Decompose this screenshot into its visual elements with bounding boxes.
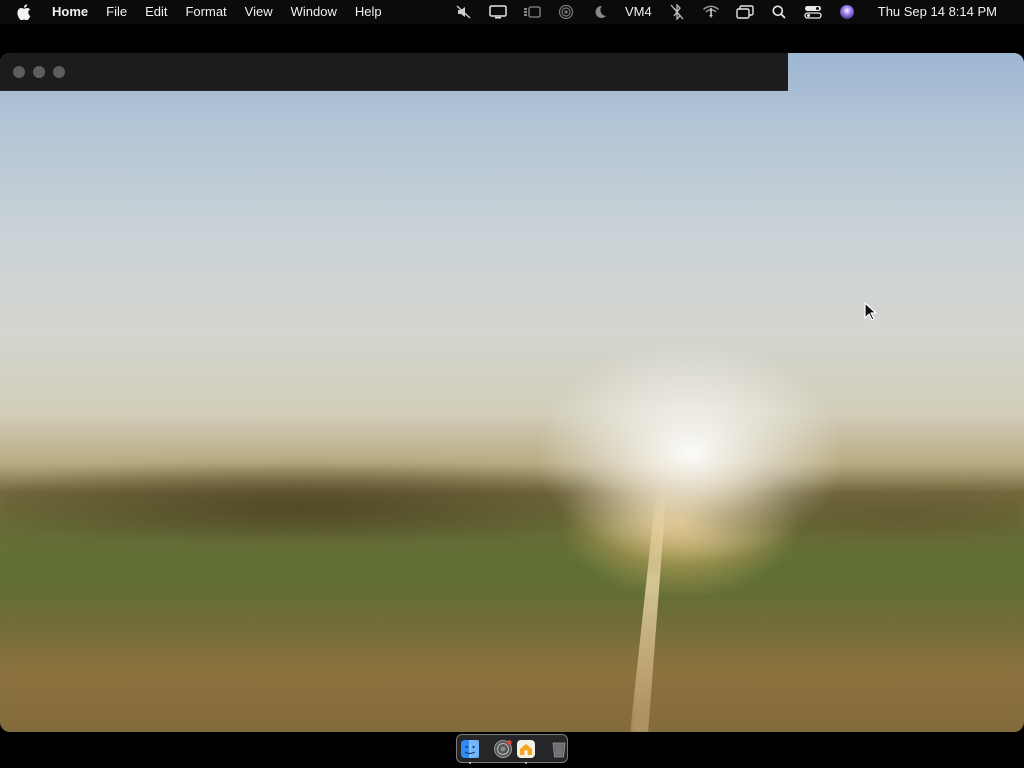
wifi-icon[interactable] <box>700 0 722 24</box>
menu-format[interactable]: Format <box>176 0 235 24</box>
mouse-cursor-icon <box>864 302 877 321</box>
vm-label[interactable]: VM4 <box>617 0 660 24</box>
display-icon[interactable] <box>487 0 509 24</box>
landscape-hills <box>0 448 1024 538</box>
stage-manager-icon[interactable] <box>521 0 543 24</box>
apple-logo-icon[interactable] <box>17 0 35 24</box>
menu-edit[interactable]: Edit <box>136 0 176 24</box>
airdrop-icon[interactable] <box>555 0 577 24</box>
muted-speaker-icon[interactable] <box>453 0 475 24</box>
focus-moon-icon[interactable] <box>589 0 611 24</box>
menu-bar: Home File Edit Format View Window Help V… <box>0 0 1024 24</box>
siri-settings-icon[interactable] <box>493 739 513 759</box>
trash-icon[interactable] <box>549 739 569 759</box>
menu-view[interactable]: View <box>236 0 282 24</box>
menu-file[interactable]: File <box>97 0 136 24</box>
screen-mirroring-icon[interactable] <box>734 0 756 24</box>
finder-running-indicator <box>469 761 471 764</box>
finder-icon[interactable] <box>460 739 480 764</box>
window-titlebar[interactable] <box>0 53 788 91</box>
spotlight-search-icon[interactable] <box>768 0 790 24</box>
home-running-indicator <box>525 761 527 764</box>
control-center-icon[interactable] <box>802 0 824 24</box>
menu-clock[interactable]: Thu Sep 14 8:14 PM <box>870 0 1005 24</box>
menu-help[interactable]: Help <box>346 0 391 24</box>
home-app-icon[interactable] <box>516 739 536 764</box>
landscape-grass <box>0 602 1024 732</box>
window-close-button[interactable] <box>13 66 25 78</box>
bluetooth-off-icon[interactable] <box>666 0 688 24</box>
dock <box>456 734 569 764</box>
window-zoom-button[interactable] <box>53 66 65 78</box>
menu-window[interactable]: Window <box>282 0 346 24</box>
app-window <box>0 53 1024 732</box>
menu-app-home[interactable]: Home <box>49 0 97 24</box>
siri-icon[interactable] <box>836 0 858 24</box>
window-minimize-button[interactable] <box>33 66 45 78</box>
